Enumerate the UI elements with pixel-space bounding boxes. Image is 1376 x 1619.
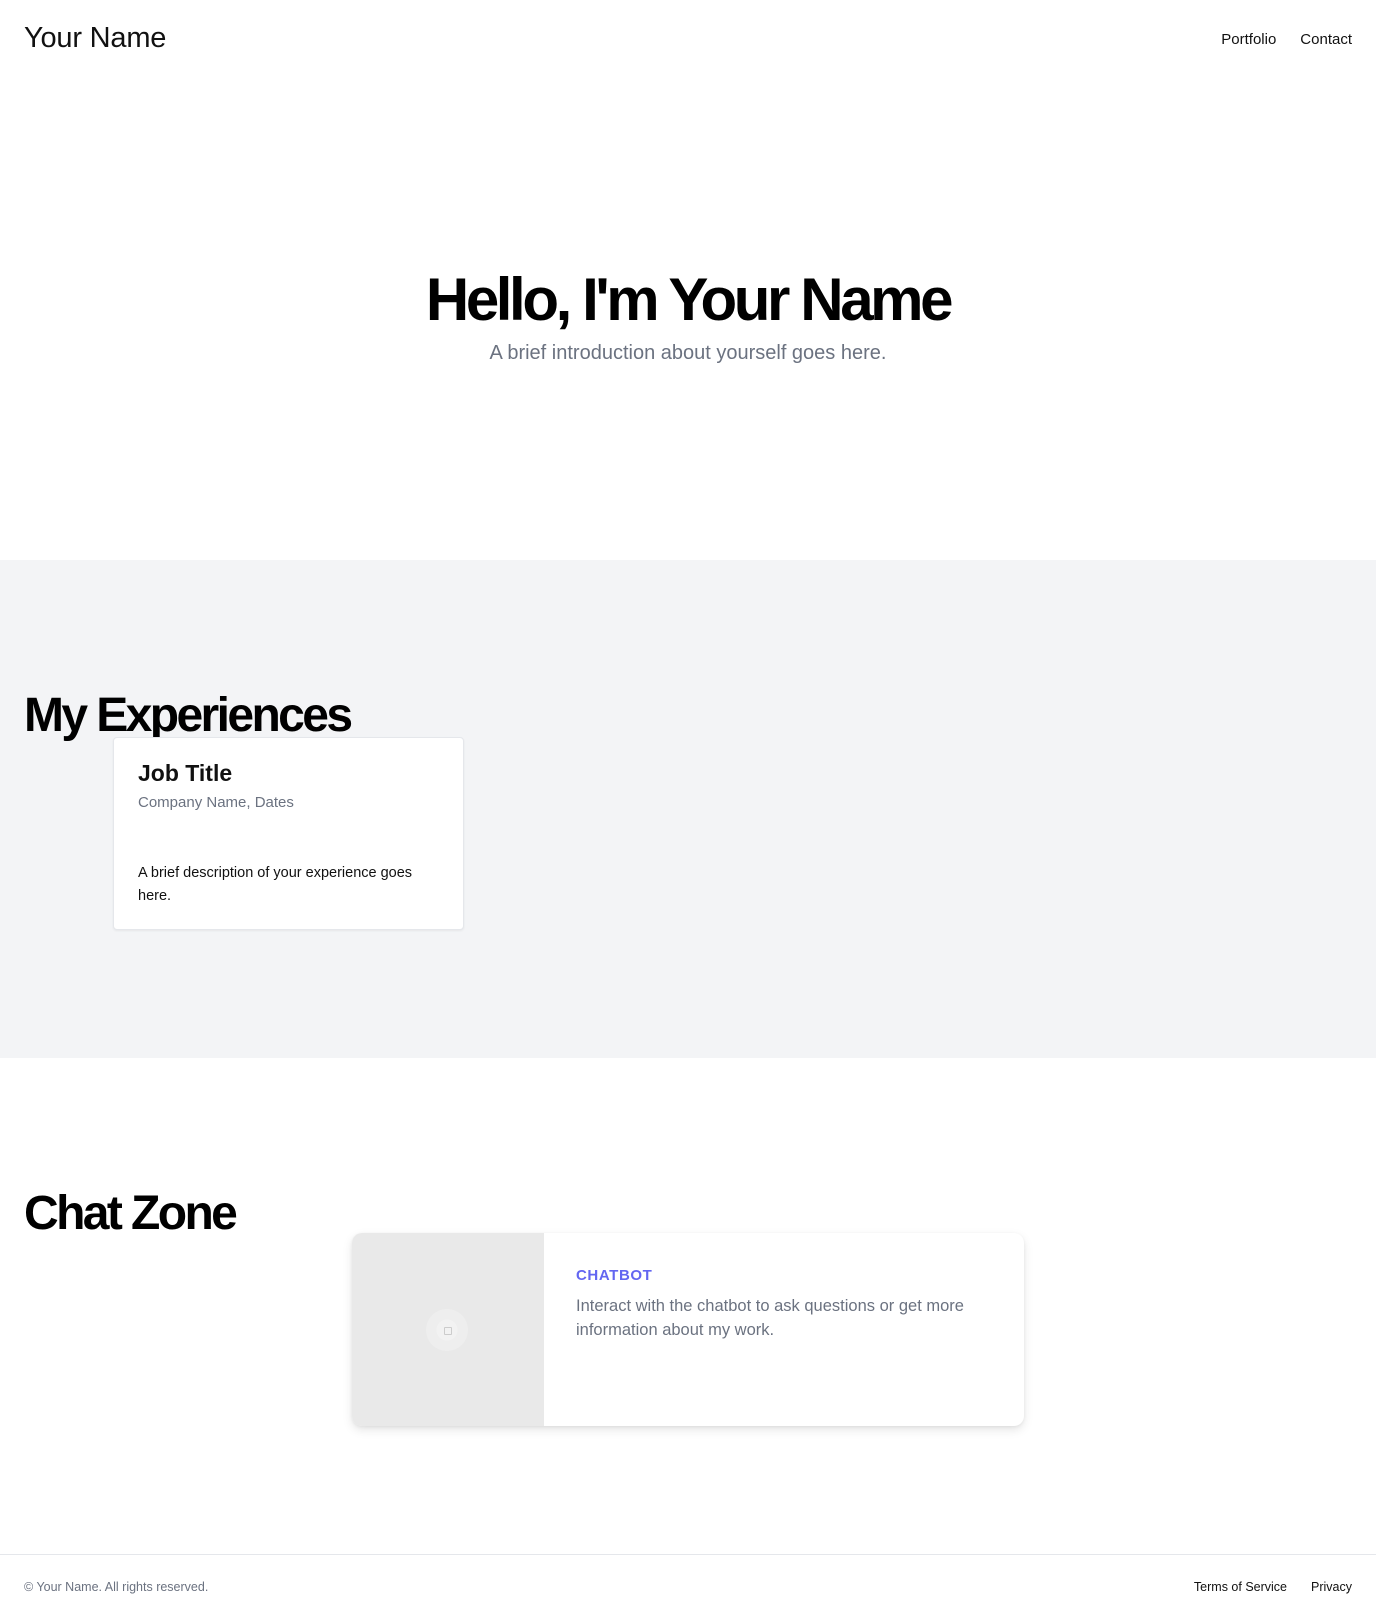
main-nav: Portfolio Contact xyxy=(1221,31,1352,48)
loading-spinner-icon xyxy=(426,1309,468,1351)
chatbot-card[interactable]: CHATBOT Interact with the chatbot to ask… xyxy=(352,1233,1024,1426)
experiences-section: My Experiences Job Title Company Name, D… xyxy=(0,560,1376,1058)
privacy-link[interactable]: Privacy xyxy=(1311,1580,1352,1594)
site-header: Your Name Portfolio Contact xyxy=(0,0,1376,80)
terms-of-service-link[interactable]: Terms of Service xyxy=(1194,1580,1287,1594)
experiences-title: My Experiences xyxy=(24,689,353,742)
brand-logo[interactable]: Your Name xyxy=(24,22,166,55)
chatbot-description: Interact with the chatbot to ask questio… xyxy=(576,1297,964,1339)
site-footer: © Your Name. All rights reserved. Terms … xyxy=(0,1554,1376,1619)
experience-card: Job Title Company Name, Dates A brief de… xyxy=(113,737,464,930)
nav-portfolio-link[interactable]: Portfolio xyxy=(1221,31,1276,48)
nav-contact-link[interactable]: Contact xyxy=(1300,31,1352,48)
chatbot-image-placeholder xyxy=(352,1233,544,1426)
job-title: Job Title xyxy=(138,760,233,786)
hero-subtitle: A brief introduction about yourself goes… xyxy=(489,342,887,364)
job-description: A brief description of your experience g… xyxy=(138,865,413,904)
chat-zone-title: Chat Zone xyxy=(24,1187,238,1240)
page: Your Name Portfolio Contact Hello, I'm Y… xyxy=(0,0,1376,1619)
job-company-dates: Company Name, Dates xyxy=(138,794,294,811)
chat-zone-section: Chat Zone CHATBOT Interact with the chat… xyxy=(0,1058,1376,1554)
footer-links: Terms of Service Privacy xyxy=(1194,1580,1352,1594)
chatbot-label: CHATBOT xyxy=(576,1267,653,1284)
copyright-text: © Your Name. All rights reserved. xyxy=(24,1580,209,1594)
hero-section: Hello, I'm Your Name A brief introductio… xyxy=(0,80,1376,560)
hero-title: Hello, I'm Your Name xyxy=(425,266,954,333)
